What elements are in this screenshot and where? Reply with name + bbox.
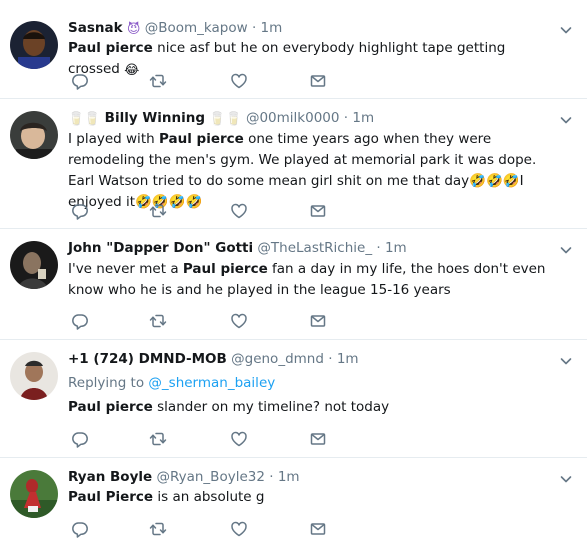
reply-button[interactable] (70, 201, 90, 221)
envelope-icon (308, 429, 328, 449)
tweet-actions (68, 71, 348, 91)
display-name[interactable]: Ryan Boyle (68, 469, 152, 485)
avatar[interactable] (10, 352, 58, 400)
tweet-text: Paul pierce slander on my timeline? not … (68, 397, 557, 418)
reply-button[interactable] (70, 429, 90, 449)
user-handle[interactable]: @Boom_kapow (145, 20, 248, 36)
like-button[interactable] (229, 311, 249, 331)
tweet-actions (68, 429, 348, 449)
retweet-icon (148, 71, 168, 91)
reply-icon (70, 519, 90, 539)
retweet-icon (148, 201, 168, 221)
retweet-button[interactable] (148, 311, 168, 331)
replying-to: Replying to @_sherman_bailey (68, 374, 275, 392)
direct-message-button[interactable] (308, 519, 328, 539)
heart-icon (229, 519, 249, 539)
avatar[interactable] (10, 470, 58, 518)
timestamp[interactable]: 1m (385, 240, 407, 256)
user-handle[interactable]: @00milk0000 (246, 110, 340, 126)
tweet-text-body: I've never met a (68, 261, 183, 277)
tweet-text-body: slander on my timeline? not today (152, 399, 390, 415)
milk-glass-emoji-icon: 🥛🥛 (68, 112, 101, 127)
highlighted-term: Paul pierce (182, 261, 268, 277)
like-button[interactable] (229, 429, 249, 449)
chevron-down-icon[interactable] (559, 472, 573, 486)
envelope-icon (308, 311, 328, 331)
reply-icon (70, 71, 90, 91)
tweet-actions (68, 201, 348, 221)
chevron-down-icon[interactable] (559, 354, 573, 368)
tweet[interactable]: John "Dapper Don" Gotti @TheLastRichie_ … (0, 229, 587, 340)
replying-label: Replying to (68, 375, 149, 391)
tweet-actions (68, 519, 348, 539)
highlighted-term: Paul pierce (68, 40, 153, 56)
direct-message-button[interactable] (308, 201, 328, 221)
tweet-text-body: is an absolute g (153, 489, 265, 505)
display-name[interactable]: Billy Winning (105, 110, 205, 126)
separator-dot: · (328, 351, 333, 367)
avatar[interactable] (10, 111, 58, 159)
devil-emoji-icon: 😈 (126, 22, 141, 37)
separator-dot: · (269, 469, 274, 485)
heart-icon (229, 429, 249, 449)
tweet-text: Paul Pierce is an absolute g (68, 487, 557, 508)
retweet-icon (148, 429, 168, 449)
envelope-icon (308, 71, 328, 91)
highlighted-term: Paul pierce (68, 399, 153, 415)
display-name[interactable]: John "Dapper Don" Gotti (68, 240, 253, 256)
timestamp[interactable]: 1m (337, 351, 359, 367)
retweet-icon (148, 311, 168, 331)
milk-glass-emoji-icon: 🥛🥛 (209, 112, 242, 127)
heart-icon (229, 201, 249, 221)
reply-button[interactable] (70, 71, 90, 91)
avatar[interactable] (10, 21, 58, 69)
like-button[interactable] (229, 519, 249, 539)
tweet[interactable]: +1 (724) DMND-MOB @geno_dmnd · 1m Replyi… (0, 340, 587, 458)
envelope-icon (308, 519, 328, 539)
display-name[interactable]: Sasnak (68, 20, 123, 36)
like-button[interactable] (229, 201, 249, 221)
timestamp[interactable]: 1m (352, 110, 374, 126)
tweet[interactable]: Ryan Boyle @Ryan_Boyle32 · 1m Paul Pierc… (0, 458, 587, 548)
tweet-actions (68, 311, 348, 331)
chevron-down-icon[interactable] (559, 243, 573, 257)
separator-dot: · (343, 110, 349, 126)
user-handle[interactable]: @geno_dmnd (231, 351, 324, 367)
tweet-text-body: I played with (68, 131, 159, 147)
chevron-down-icon[interactable] (559, 113, 573, 127)
replying-handle-link[interactable]: @_sherman_bailey (148, 375, 275, 391)
retweet-button[interactable] (148, 519, 168, 539)
retweet-icon (148, 519, 168, 539)
reply-button[interactable] (70, 519, 90, 539)
chevron-down-icon[interactable] (559, 23, 573, 37)
like-button[interactable] (229, 71, 249, 91)
reply-icon (70, 311, 90, 331)
retweet-button[interactable] (148, 201, 168, 221)
separator-dot: · (251, 20, 257, 36)
direct-message-button[interactable] (308, 71, 328, 91)
retweet-button[interactable] (148, 71, 168, 91)
avatar[interactable] (10, 241, 58, 289)
display-name[interactable]: +1 (724) DMND-MOB (68, 351, 227, 367)
tweet[interactable]: Sasnak 😈 @Boom_kapow · 1m Paul pierce ni… (0, 0, 587, 99)
timestamp[interactable]: 1m (261, 20, 283, 36)
direct-message-button[interactable] (308, 429, 328, 449)
separator-dot: · (376, 240, 381, 256)
envelope-icon (308, 201, 328, 221)
retweet-button[interactable] (148, 429, 168, 449)
heart-icon (229, 311, 249, 331)
user-handle[interactable]: @Ryan_Boyle32 (156, 469, 264, 485)
heart-icon (229, 71, 249, 91)
highlighted-term: Paul pierce (158, 131, 244, 147)
direct-message-button[interactable] (308, 311, 328, 331)
tweet[interactable]: 🥛🥛 Billy Winning 🥛🥛 @00milk0000 · 1m I p… (0, 99, 587, 229)
reply-icon (70, 429, 90, 449)
highlighted-term: Paul Pierce (68, 489, 154, 505)
user-handle[interactable]: @TheLastRichie_ (257, 240, 372, 256)
timestamp[interactable]: 1m (278, 469, 300, 485)
tweet-text: I've never met a Paul pierce fan a day i… (68, 259, 557, 301)
rolling-laughing-emoji-icon: 🤣🤣🤣 (469, 173, 520, 189)
reply-button[interactable] (70, 311, 90, 331)
reply-icon (70, 201, 90, 221)
